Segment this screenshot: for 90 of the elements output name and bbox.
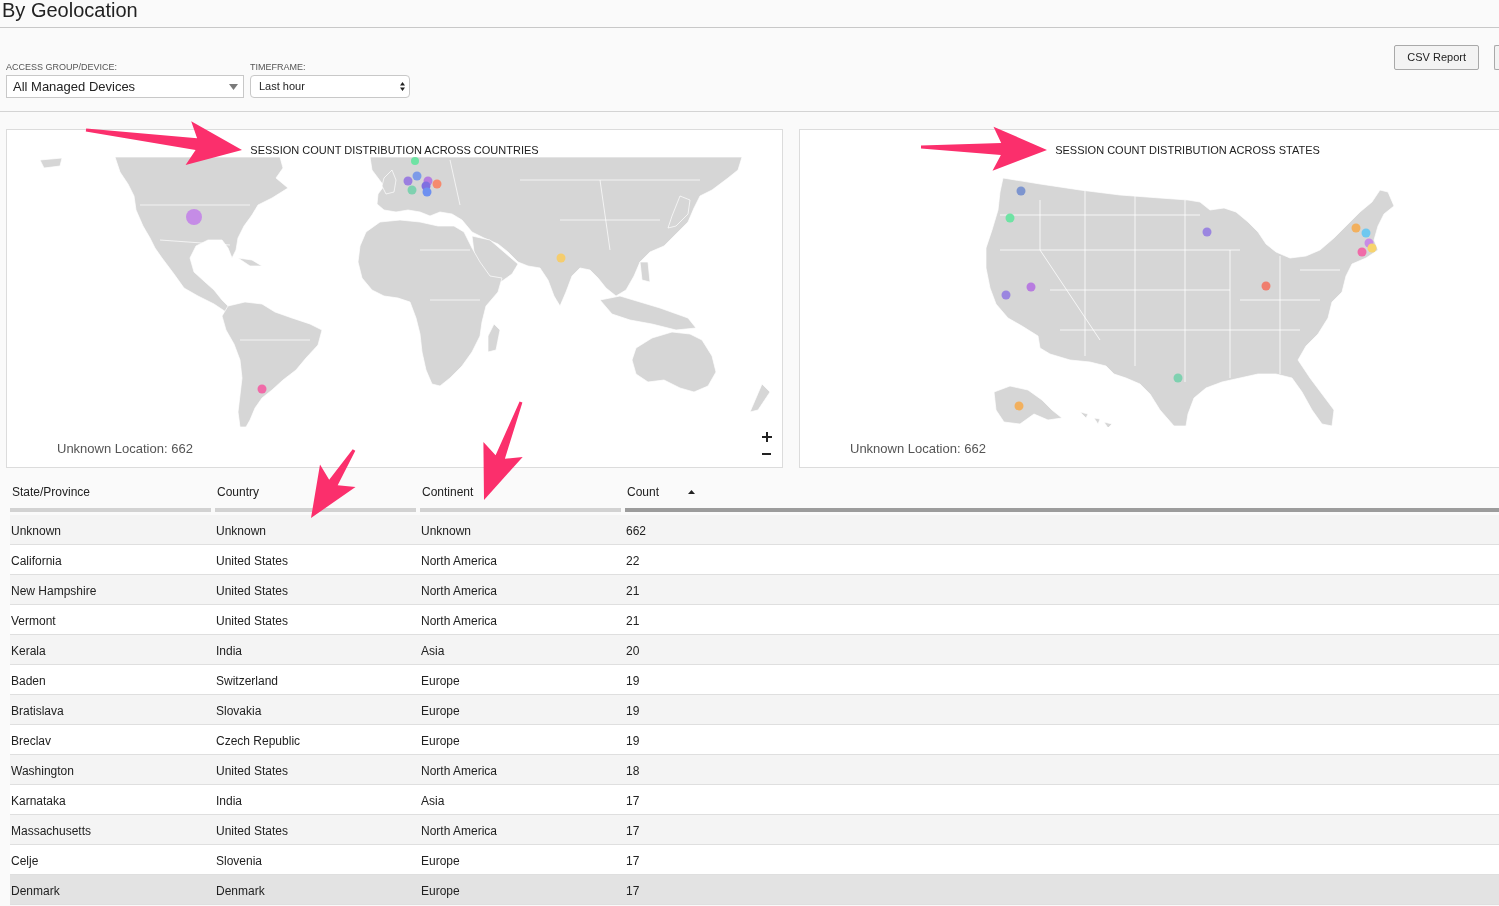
map-marker-icon bbox=[411, 157, 419, 165]
map-marker-icon bbox=[186, 209, 202, 225]
table-cell: United States bbox=[216, 763, 289, 778]
table-cell: Europe bbox=[421, 733, 460, 748]
up-down-arrows-icon bbox=[400, 82, 405, 91]
table-cell: Karnataka bbox=[11, 793, 66, 808]
table-cell: Slovenia bbox=[216, 853, 263, 868]
table-cell: North America bbox=[421, 583, 498, 598]
map-marker-icon bbox=[1202, 227, 1212, 237]
select-field[interactable]: Last hour bbox=[250, 75, 410, 98]
map-marker-icon bbox=[556, 253, 566, 263]
table-cell: Massachusetts bbox=[11, 823, 92, 838]
table-cell: Celje bbox=[11, 853, 39, 868]
table-cell: 22 bbox=[626, 553, 640, 568]
table-cell: Slovakia bbox=[216, 703, 262, 718]
table-cell: 21 bbox=[626, 583, 640, 598]
map-marker-icon bbox=[1005, 213, 1015, 223]
map-marker-icon bbox=[412, 171, 422, 181]
table-cell: United States bbox=[216, 613, 289, 628]
table-cell: Switzerland bbox=[216, 673, 279, 688]
table-cell: Breclav bbox=[11, 733, 51, 748]
table-cell: North America bbox=[421, 763, 498, 778]
table-cell: 20 bbox=[626, 643, 640, 658]
map-marker-icon bbox=[1261, 281, 1271, 291]
table-cell: Europe bbox=[421, 673, 460, 688]
table-cell: Bratislava bbox=[11, 703, 64, 718]
table-cell: Baden bbox=[11, 673, 46, 688]
unknown-location-label: Unknown Location: 662 bbox=[850, 441, 986, 456]
map-marker-icon bbox=[403, 176, 413, 186]
minus-icon bbox=[762, 452, 771, 455]
map-marker-icon bbox=[1173, 373, 1183, 383]
filter-label: TIMEFRAME: bbox=[250, 62, 307, 72]
table-cell: United States bbox=[216, 823, 289, 838]
table-cell: 21 bbox=[626, 613, 640, 628]
table-cell: Denmark bbox=[11, 883, 60, 898]
map-marker-icon bbox=[1026, 282, 1036, 292]
table-cell: Europe bbox=[421, 883, 460, 898]
table-cell: 662 bbox=[626, 523, 647, 538]
map-title: SESSION COUNT DISTRIBUTION ACROSS COUNTRIES bbox=[250, 143, 539, 157]
table-cell: United States bbox=[216, 583, 289, 598]
dropdown-field[interactable]: All Managed Devices bbox=[6, 75, 244, 98]
map-marker-icon bbox=[1014, 401, 1024, 411]
map-marker-icon bbox=[1016, 186, 1026, 196]
zoom-in-button[interactable] bbox=[761, 431, 772, 442]
table-cell: 17 bbox=[626, 853, 640, 868]
caret-down-icon bbox=[229, 83, 238, 90]
plus-icon bbox=[761, 431, 772, 442]
map-marker-icon bbox=[432, 179, 442, 189]
table-cell: Europe bbox=[421, 853, 460, 868]
map-marker-icon bbox=[1361, 228, 1371, 238]
page-title: By Geolocation bbox=[2, 0, 138, 20]
table-cell: 18 bbox=[626, 763, 640, 778]
map-marker-icon bbox=[1001, 290, 1011, 300]
table-cell: New Hampshire bbox=[11, 583, 97, 598]
table-cell: Washington bbox=[11, 763, 74, 778]
unknown-location-label: Unknown Location: 662 bbox=[57, 441, 193, 456]
table-cell: Vermont bbox=[11, 613, 56, 628]
table-cell: 19 bbox=[626, 703, 640, 718]
table-cell: 19 bbox=[626, 733, 640, 748]
map-marker-icon bbox=[1357, 247, 1367, 257]
map-marker-icon bbox=[407, 185, 417, 195]
table-cell: 17 bbox=[626, 793, 640, 808]
table-cell: Denmark bbox=[216, 883, 265, 898]
report-button[interactable]: CSV Report bbox=[1394, 45, 1479, 70]
table-cell: Asia bbox=[421, 793, 445, 808]
map-marker-icon bbox=[257, 384, 267, 394]
table-cell: Kerala bbox=[11, 643, 46, 658]
map-marker-icon bbox=[1351, 223, 1361, 233]
map-marker-icon bbox=[422, 187, 432, 197]
table-cell: Unknown bbox=[421, 523, 472, 538]
table-cell: 17 bbox=[626, 883, 640, 898]
table-cell: Asia bbox=[421, 643, 445, 658]
map-marker-icon bbox=[1367, 243, 1377, 253]
table-cell: India bbox=[216, 793, 243, 808]
annotation-arrow bbox=[311, 449, 356, 518]
table-cell: North America bbox=[421, 553, 498, 568]
table-cell: Unknown bbox=[216, 523, 267, 538]
table-cell: 17 bbox=[626, 823, 640, 838]
sort-ascending-icon bbox=[688, 490, 696, 494]
table-cell: India bbox=[216, 643, 243, 658]
table-cell: Europe bbox=[421, 703, 460, 718]
table-cell: Unknown bbox=[11, 523, 62, 538]
table-cell: Czech Republic bbox=[216, 733, 301, 748]
filter-label: ACCESS GROUP/DEVICE: bbox=[6, 62, 119, 72]
table-cell: North America bbox=[421, 613, 498, 628]
table-cell: 19 bbox=[626, 673, 640, 688]
map-title: SESSION COUNT DISTRIBUTION ACROSS STATES bbox=[1055, 143, 1320, 157]
table-cell: North America bbox=[421, 823, 498, 838]
table-cell: California bbox=[11, 553, 62, 568]
table-cell: United States bbox=[216, 553, 289, 568]
